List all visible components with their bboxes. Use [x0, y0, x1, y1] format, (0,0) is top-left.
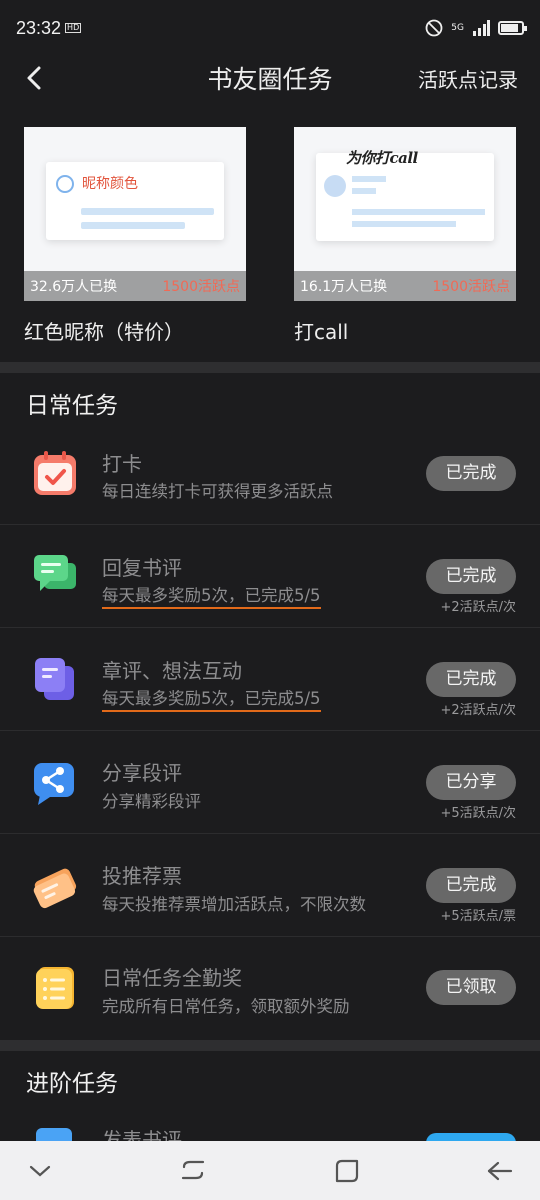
task-desc: 每天投推荐票增加活跃点，不限次数 [102, 895, 366, 914]
task-status-button[interactable]: 已完成 [426, 456, 516, 491]
signal-icon [473, 20, 490, 36]
card-overlay: 16.1万人已换 1500活跃点 [294, 271, 516, 301]
daily-tasks-title: 日常任务 [26, 393, 118, 419]
task-title: 分享段评 [102, 761, 182, 785]
home-icon[interactable] [327, 1151, 367, 1191]
preview-line [81, 208, 214, 215]
clock: 23:32 [16, 17, 62, 38]
task-desc: 每日连续打卡可获得更多活跃点 [102, 482, 333, 501]
task-desc: 每天最多奖励5次，已完成5/5 [102, 685, 321, 712]
section-divider [0, 1040, 540, 1051]
exchange-count: 32.6万人已换 [30, 279, 118, 295]
task-title: 回复书评 [102, 556, 182, 580]
task-title: 打卡 [102, 452, 142, 476]
hd-badge: HD [65, 23, 82, 33]
call-script-art: 为你打call [346, 149, 418, 167]
exchange-count: 16.1万人已换 [300, 279, 388, 295]
network-label: 5G [451, 23, 464, 33]
card-thumbnail: 昵称颜色 32.6万人已换 1500活跃点 [24, 127, 246, 301]
task-title: 投推荐票 [102, 864, 182, 888]
task-reward: +2活跃点/次 [440, 703, 516, 718]
do-not-disturb-icon [425, 19, 443, 37]
task-title: 章评、想法互动 [102, 659, 242, 683]
task-status-button[interactable]: 已完成 [426, 868, 516, 903]
task-row-reply-review: 回复书评 每天最多奖励5次，已完成5/5 已完成 +2活跃点/次 [0, 525, 540, 628]
task-reward: +5活跃点/票 [440, 909, 516, 924]
system-nav-bar [0, 1141, 540, 1200]
task-status-button[interactable]: 已领取 [426, 970, 516, 1005]
task-status-button[interactable]: 已完成 [426, 559, 516, 594]
preview-line [352, 209, 485, 215]
avatar-placeholder [324, 175, 346, 197]
battery-icon [498, 21, 527, 35]
points-cost: 1500活跃点 [162, 279, 240, 295]
reward-card[interactable]: 昵称颜色 32.6万人已换 1500活跃点 红色昵称（特价） [24, 127, 246, 345]
reward-card[interactable]: 为你打call 16.1万人已换 1500活跃点 打call [294, 127, 516, 345]
card-name: 打call [294, 320, 349, 344]
recent-apps-icon[interactable] [173, 1151, 213, 1191]
list-icon [36, 967, 74, 1009]
task-row-full-attendance: 日常任务全勤奖 完成所有日常任务，领取额外奖励 已领取 [0, 937, 540, 1040]
reward-cards: 昵称颜色 32.6万人已换 1500活跃点 红色昵称（特价） 为你打call 1… [24, 127, 516, 345]
task-row-chapter-comment: 章评、想法互动 每天最多奖励5次，已完成5/5 已完成 +2活跃点/次 [0, 628, 540, 731]
nickname-color-sample: 昵称颜色 [82, 176, 138, 192]
chevron-down-icon[interactable] [20, 1151, 60, 1191]
share-icon [34, 763, 74, 805]
task-reward: +2活跃点/次 [440, 600, 516, 615]
advanced-tasks-title: 进阶任务 [26, 1071, 118, 1097]
chat-bubble-icon [34, 555, 76, 591]
task-row-checkin: 打卡 每日连续打卡可获得更多活跃点 已完成 [0, 422, 540, 525]
points-cost: 1500活跃点 [432, 279, 510, 295]
card-name: 红色昵称（特价） [24, 320, 184, 344]
task-desc: 分享精彩段评 [102, 792, 201, 811]
card-overlay: 32.6万人已换 1500活跃点 [24, 271, 246, 301]
ticket-icon [33, 868, 77, 909]
document-stack-icon [35, 658, 74, 700]
task-title: 日常任务全勤奖 [102, 966, 242, 990]
preview-line [352, 176, 386, 182]
section-divider [0, 362, 540, 373]
preview-line [81, 222, 185, 229]
preview-paper: 昵称颜色 [46, 162, 224, 240]
task-row-recommend-ticket: 投推荐票 每天投推荐票增加活跃点，不限次数 已完成 +5活跃点/票 [0, 834, 540, 937]
nav-bar: 书友圈任务 活跃点记录 [0, 56, 540, 100]
pencil-doc-icon [36, 1128, 72, 1141]
user-icon [56, 175, 74, 193]
task-reward: +5活跃点/次 [440, 806, 516, 821]
calendar-check-icon [34, 451, 76, 495]
task-desc: 每天最多奖励5次，已完成5/5 [102, 582, 321, 609]
task-row-share: 分享段评 分享精彩段评 已分享 +5活跃点/次 [0, 731, 540, 834]
task-desc: 完成所有日常任务，领取额外奖励 [102, 997, 350, 1016]
preview-line [352, 221, 456, 227]
status-bar: 23:32 HD 5G [0, 0, 540, 56]
preview-line [352, 188, 376, 194]
card-thumbnail: 为你打call 16.1万人已换 1500活跃点 [294, 127, 516, 301]
task-status-button[interactable]: 已完成 [426, 662, 516, 697]
task-status-button[interactable]: 已分享 [426, 765, 516, 800]
back-icon[interactable] [480, 1151, 520, 1191]
activity-record-link[interactable]: 活跃点记录 [418, 64, 518, 93]
task-title: 发表书评 [102, 1128, 182, 1141]
